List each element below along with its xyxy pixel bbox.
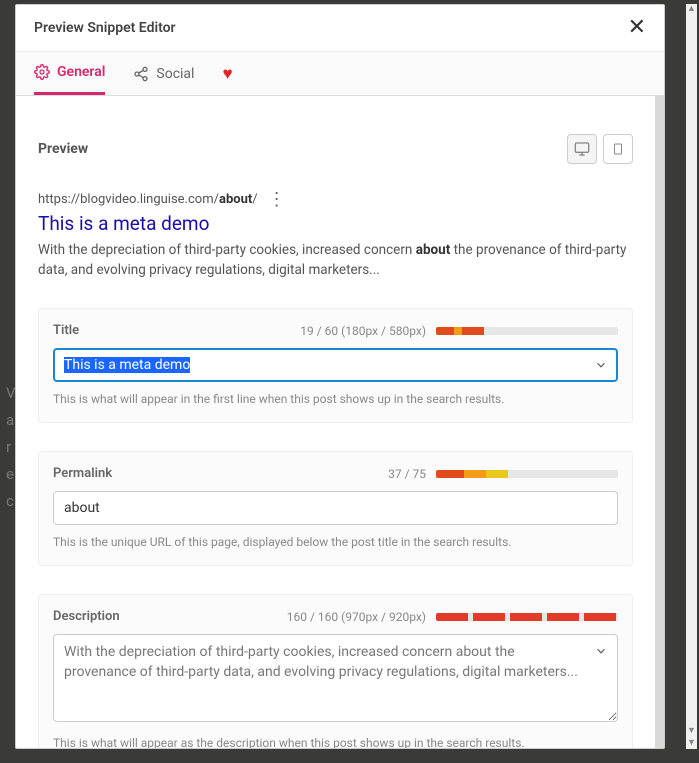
permalink-label: Permalink	[53, 466, 112, 481]
title-counter: 19 / 60 (180px / 580px)	[300, 324, 426, 338]
modal-body: General Social ♥ Preview	[16, 52, 664, 748]
description-label: Description	[53, 609, 120, 624]
content-area: Preview https://blogvideo.linguise.com/a…	[16, 96, 655, 748]
scroll-up-arrow[interactable]: ▲	[686, 4, 697, 15]
tab-social[interactable]: Social	[133, 52, 194, 95]
permalink-progress-bar	[436, 470, 618, 478]
heart-icon[interactable]: ♥	[222, 64, 232, 84]
description-textarea[interactable]	[53, 634, 618, 722]
description-counter: 160 / 160 (970px / 920px)	[287, 610, 426, 624]
modal-header: Preview Snippet Editor ✕	[16, 5, 664, 52]
description-help: This is what will appear as the descript…	[53, 736, 618, 748]
desktop-icon	[574, 141, 590, 157]
device-toggle	[567, 134, 633, 164]
title-card: Title 19 / 60 (180px / 580px) This is a …	[38, 308, 633, 423]
close-icon[interactable]: ✕	[628, 17, 646, 39]
permalink-input[interactable]	[53, 491, 618, 525]
tabs: General Social ♥	[16, 52, 664, 96]
outer-scrollbar[interactable]: ▲ ▼ ▼	[686, 4, 697, 749]
gear-icon	[34, 64, 50, 80]
tab-social-label: Social	[156, 66, 194, 82]
permalink-counter: 37 / 75	[388, 467, 426, 481]
mobile-preview-button[interactable]	[603, 134, 633, 164]
share-icon	[133, 66, 149, 82]
description-card: Description 160 / 160 (970px / 920px) Th…	[38, 594, 633, 748]
preview-heading: Preview	[38, 141, 88, 157]
snippet-editor-modal: Preview Snippet Editor ✕ General Social …	[15, 4, 665, 749]
scroll-down-arrow[interactable]: ▼	[686, 726, 697, 737]
description-progress-bar	[436, 613, 618, 621]
serp-url-text: https://blogvideo.linguise.com/about/	[38, 192, 258, 207]
serp-url: https://blogvideo.linguise.com/about/ ⋮	[38, 192, 633, 207]
permalink-help: This is the unique URL of this page, dis…	[53, 535, 618, 549]
title-progress-bar	[436, 327, 618, 335]
desktop-preview-button[interactable]	[567, 134, 597, 164]
serp-title[interactable]: This is a meta demo	[38, 212, 633, 235]
title-help: This is what will appear in the first li…	[53, 392, 618, 406]
serp-preview: https://blogvideo.linguise.com/about/ ⋮ …	[38, 192, 633, 280]
modal-title: Preview Snippet Editor	[34, 20, 176, 36]
scroll-down-arrow-2[interactable]: ▼	[686, 738, 697, 749]
mobile-icon	[612, 141, 624, 157]
serp-description: With the depreciation of third-party coo…	[38, 241, 633, 280]
tab-general[interactable]: General	[34, 52, 105, 95]
inner-scrollbar[interactable]	[655, 96, 664, 748]
title-label: Title	[53, 323, 79, 338]
preview-header: Preview	[38, 134, 633, 164]
tab-general-label: General	[57, 64, 105, 80]
permalink-card: Permalink 37 / 75 This is the unique URL…	[38, 451, 633, 566]
title-input[interactable]: This is a meta demo	[53, 348, 618, 382]
